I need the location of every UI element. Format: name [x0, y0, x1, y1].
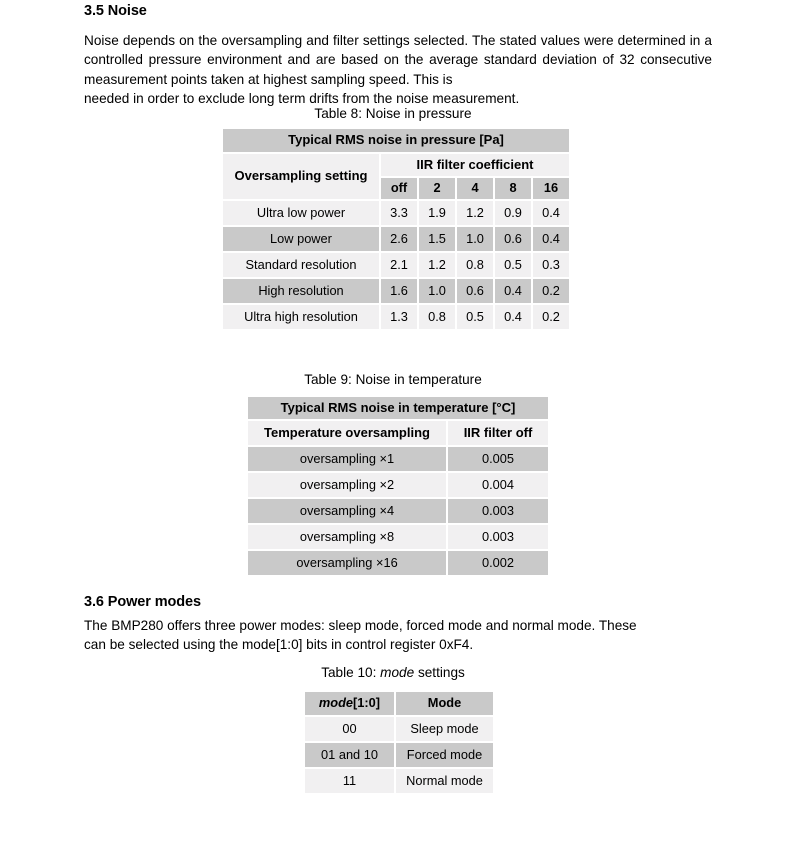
caption-table10-suffix: settings — [414, 665, 465, 680]
table8-cell: 2.1 — [381, 253, 417, 277]
table-row: Ultra low power 3.3 1.9 1.2 0.9 0.4 — [223, 201, 569, 225]
table8-col-header-2: 2 — [419, 178, 455, 199]
table9-cell: 0.003 — [448, 499, 548, 523]
table8-cell: 1.3 — [381, 305, 417, 329]
table8-col-header-16: 16 — [533, 178, 569, 199]
table8-cell: 0.4 — [533, 227, 569, 251]
caption-table10-prefix: Table 10: — [321, 665, 381, 680]
table8-cell: 1.6 — [381, 279, 417, 303]
table8-cell: 1.0 — [419, 279, 455, 303]
caption-table10-italic: mode — [380, 665, 415, 680]
table10-bits-cell: 01 and 10 — [305, 743, 394, 767]
table10-mode-cell: Forced mode — [396, 743, 493, 767]
table9-row-label: oversampling ×2 — [248, 473, 446, 497]
table-noise-in-pressure: Typical RMS noise in pressure [Pa] Overs… — [221, 127, 571, 331]
table9-cell: 0.003 — [448, 525, 548, 549]
table8-row-label: Ultra low power — [223, 201, 379, 225]
caption-table8: Table 8: Noise in pressure — [314, 106, 472, 121]
table10-col1-header-italic: mode — [318, 695, 354, 711]
table8-cell: 1.2 — [419, 253, 455, 277]
table-row: oversampling ×4 0.003 — [248, 499, 548, 523]
table9-col2-header: IIR filter off — [448, 421, 548, 445]
table9-banner: Typical RMS noise in temperature [°C] — [248, 397, 548, 419]
table-mode-settings: mode[1:0] Mode 00 Sleep mode 01 and 10 F… — [303, 690, 495, 795]
table8-cell: 1.0 — [457, 227, 493, 251]
table8-cell: 0.9 — [495, 201, 531, 225]
table-row: oversampling ×1 0.005 — [248, 447, 548, 471]
table-row-banner: Typical RMS noise in temperature [°C] — [248, 397, 548, 419]
table-noise-in-temperature: Typical RMS noise in temperature [°C] Te… — [246, 395, 550, 577]
table-row: oversampling ×16 0.002 — [248, 551, 548, 575]
table-row: oversampling ×8 0.003 — [248, 525, 548, 549]
table-row-banner: Typical RMS noise in pressure [Pa] — [223, 129, 569, 152]
table8-row-label: Low power — [223, 227, 379, 251]
document-page: 3.5 Noise Noise depends on the oversampl… — [0, 0, 786, 843]
table8-cell: 0.3 — [533, 253, 569, 277]
table-row-header: mode[1:0] Mode — [305, 692, 493, 715]
table8-group-header: IIR filter coefficient — [381, 154, 569, 176]
table8-col-header-8: 8 — [495, 178, 531, 199]
table9-cell: 0.002 — [448, 551, 548, 575]
table-row: High resolution 1.6 1.0 0.6 0.4 0.2 — [223, 279, 569, 303]
heading-power-modes: 3.6 Power modes — [84, 594, 201, 610]
table-row: Low power 2.6 1.5 1.0 0.6 0.4 — [223, 227, 569, 251]
table9-row-label: oversampling ×1 — [248, 447, 446, 471]
table9-row-label: oversampling ×16 — [248, 551, 446, 575]
table8-cell: 1.9 — [419, 201, 455, 225]
table-row: Ultra high resolution 1.3 0.8 0.5 0.4 0.… — [223, 305, 569, 329]
table-row-header: Temperature oversampling IIR filter off — [248, 421, 548, 445]
table8-row-header: Oversampling setting — [223, 154, 379, 199]
table10-bits-cell: 11 — [305, 769, 394, 793]
table8-cell: 0.8 — [419, 305, 455, 329]
paragraph-power-modes: The BMP280 offers three power modes: sle… — [84, 616, 712, 655]
table8-cell: 0.2 — [533, 279, 569, 303]
table-row: oversampling ×2 0.004 — [248, 473, 548, 497]
table10-col1-header: mode[1:0] — [305, 692, 394, 715]
table9-col1-header: Temperature oversampling — [248, 421, 446, 445]
table9-row-label: oversampling ×8 — [248, 525, 446, 549]
table8-cell: 2.6 — [381, 227, 417, 251]
table8-cell: 0.6 — [457, 279, 493, 303]
table8-cell: 3.3 — [381, 201, 417, 225]
paragraph-power-modes-last: can be selected using the mode[1:0] bits… — [84, 637, 474, 653]
table-row: 01 and 10 Forced mode — [305, 743, 493, 767]
table8-cell: 0.4 — [533, 201, 569, 225]
heading-noise: 3.5 Noise — [84, 3, 147, 19]
table-row: 11 Normal mode — [305, 769, 493, 793]
table-row-header-group: Oversampling setting IIR filter coeffici… — [223, 154, 569, 199]
table10-col1-header-rest: [1:0] — [353, 695, 381, 711]
paragraph-power-modes-main: The BMP280 offers three power modes: sle… — [84, 618, 637, 633]
table-row: Standard resolution 2.1 1.2 0.8 0.5 0.3 — [223, 253, 569, 277]
table-row: 00 Sleep mode — [305, 717, 493, 741]
table8-cell: 0.2 — [533, 305, 569, 329]
table8-cell: 0.5 — [457, 305, 493, 329]
table10-mode-cell: Sleep mode — [396, 717, 493, 741]
table8-cell: 0.5 — [495, 253, 531, 277]
table8-cell: 0.4 — [495, 279, 531, 303]
table8-row-label: Standard resolution — [223, 253, 379, 277]
table8-cell: 1.2 — [457, 201, 493, 225]
table10-bits-cell: 00 — [305, 717, 394, 741]
table8-cell: 0.6 — [495, 227, 531, 251]
table8-cell: 0.4 — [495, 305, 531, 329]
table10-mode-cell: Normal mode — [396, 769, 493, 793]
caption-table10: Table 10: mode settings — [0, 665, 786, 680]
table9-cell: 0.004 — [448, 473, 548, 497]
table10-col2-header: Mode — [396, 692, 493, 715]
table9-cell: 0.005 — [448, 447, 548, 471]
table8-banner: Typical RMS noise in pressure [Pa] — [223, 129, 569, 152]
table8-cell: 1.5 — [419, 227, 455, 251]
paragraph-noise: Noise depends on the oversampling and fi… — [84, 31, 712, 109]
table8-row-label: High resolution — [223, 279, 379, 303]
table9-row-label: oversampling ×4 — [248, 499, 446, 523]
table8-cell: 0.8 — [457, 253, 493, 277]
table8-row-label: Ultra high resolution — [223, 305, 379, 329]
caption-table9: Table 9: Noise in temperature — [304, 372, 482, 387]
paragraph-noise-main: Noise depends on the oversampling and fi… — [84, 33, 712, 87]
table8-col-header-4: 4 — [457, 178, 493, 199]
table8-col-header-off: off — [381, 178, 417, 199]
